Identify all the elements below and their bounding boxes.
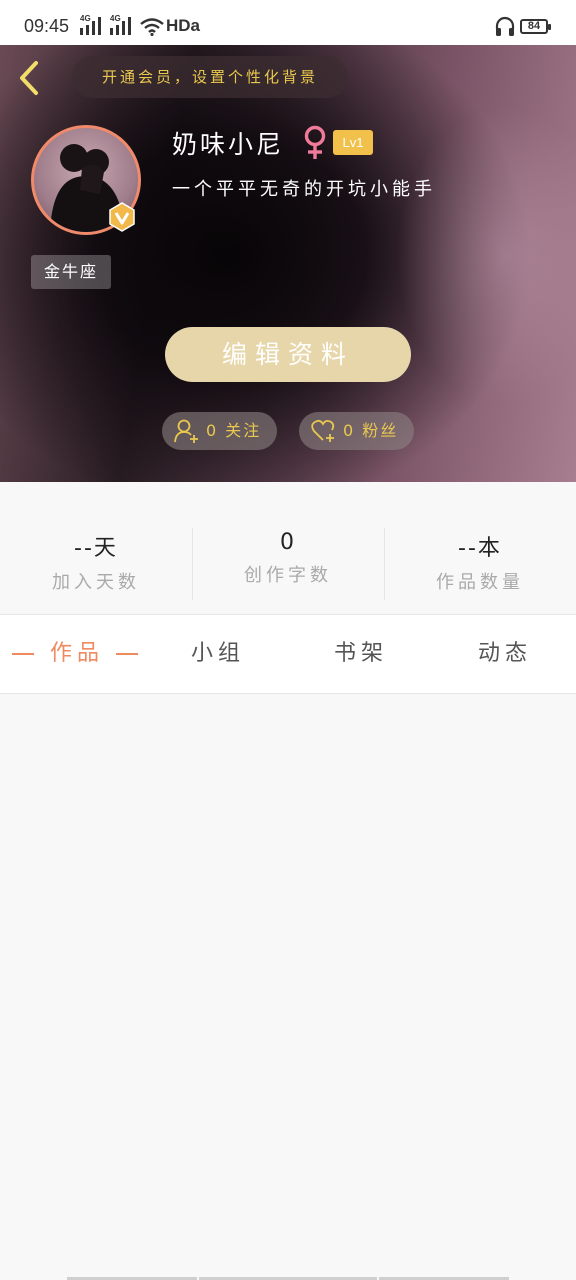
tab-activity[interactable]: 动态: [478, 615, 532, 693]
heart-plus-icon: [311, 419, 335, 442]
stat-value: --天: [74, 536, 118, 561]
signal-4g-icon-2: 4G: [110, 14, 136, 36]
tab-content-area: [0, 694, 576, 1280]
edit-profile-button[interactable]: 编辑资料: [165, 327, 411, 382]
status-bar: 09:45 4G 4G HDa 84: [0, 0, 576, 48]
network-label: 4G: [80, 14, 91, 23]
verified-icon: [109, 202, 135, 232]
stat-join-days: --天 加入天数: [0, 530, 192, 594]
user-bio: 一个平平无奇的开坑小能手: [172, 179, 436, 200]
tab-group[interactable]: 小组: [191, 615, 245, 693]
vip-background-banner[interactable]: 开通会员，设置个性化背景: [72, 56, 348, 98]
back-icon[interactable]: [14, 59, 48, 97]
stat-value: --本: [458, 536, 502, 561]
level-badge: Lv1: [333, 130, 373, 155]
fans-button[interactable]: 0 粉丝: [299, 412, 414, 450]
fans-count: 0 粉丝: [343, 421, 399, 440]
following-button[interactable]: 0 关注: [162, 412, 277, 450]
profile-header: 开通会员，设置个性化背景 奶味小尼 Lv1 一个平平无奇的开坑小能手 金牛座 编…: [0, 45, 576, 482]
hd-label: HDa: [166, 16, 201, 35]
add-user-icon: [174, 419, 198, 443]
stat-value: 0: [280, 530, 296, 555]
profile-tabs: 作品 小组 书架 动态: [0, 615, 576, 694]
signal-4g-icon: 4G: [80, 14, 106, 36]
zodiac-tag: 金牛座: [31, 255, 111, 289]
tab-bookshelf[interactable]: 书架: [334, 615, 388, 693]
stat-label: 创作字数: [244, 565, 332, 586]
username: 奶味小尼: [172, 130, 285, 159]
stat-label: 加入天数: [52, 572, 140, 593]
wifi-icon: [140, 18, 164, 36]
stat-word-count: 0 创作字数: [192, 530, 384, 587]
tab-works[interactable]: 作品: [50, 615, 104, 693]
tab-indicator-left: [12, 653, 34, 655]
following-count: 0 关注: [206, 421, 262, 440]
network-label-2: 4G: [110, 14, 121, 23]
stat-label: 作品数量: [436, 572, 524, 593]
stat-works-count: --本 作品数量: [384, 530, 576, 594]
battery-icon: 84: [520, 19, 551, 34]
female-icon: [304, 125, 326, 159]
status-time: 09:45: [24, 16, 70, 36]
headset-icon: [495, 16, 515, 36]
stats-row: --天 加入天数 0 创作字数 --本 作品数量: [0, 482, 576, 614]
tab-indicator-right: [116, 653, 138, 655]
